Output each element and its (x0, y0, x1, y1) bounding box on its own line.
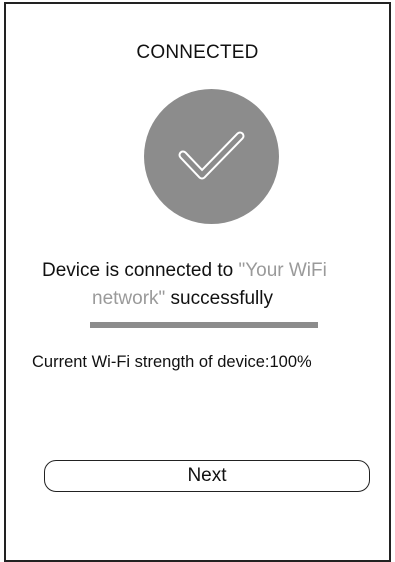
connection-message-line1: Device is connected to "Your WiFi (36, 257, 386, 285)
message-suffix: successfully (165, 288, 273, 309)
network-name: "Your WiFi (238, 260, 327, 281)
page-title: CONNECTED (136, 42, 259, 63)
connection-message-line2: network" successfully (36, 285, 386, 313)
checkmark-icon (178, 131, 245, 180)
message-prefix: Device is connected to (42, 260, 239, 281)
success-status-icon (144, 89, 279, 224)
network-name-continued: network" (92, 288, 166, 309)
connection-message: Device is connected to "Your WiFi networ… (36, 257, 386, 313)
next-button[interactable]: Next (44, 460, 370, 492)
connection-progress-fill (90, 322, 318, 328)
connection-progress-bar (90, 322, 318, 328)
wifi-strength-text: Current Wi-Fi strength of device:100% (32, 353, 312, 371)
